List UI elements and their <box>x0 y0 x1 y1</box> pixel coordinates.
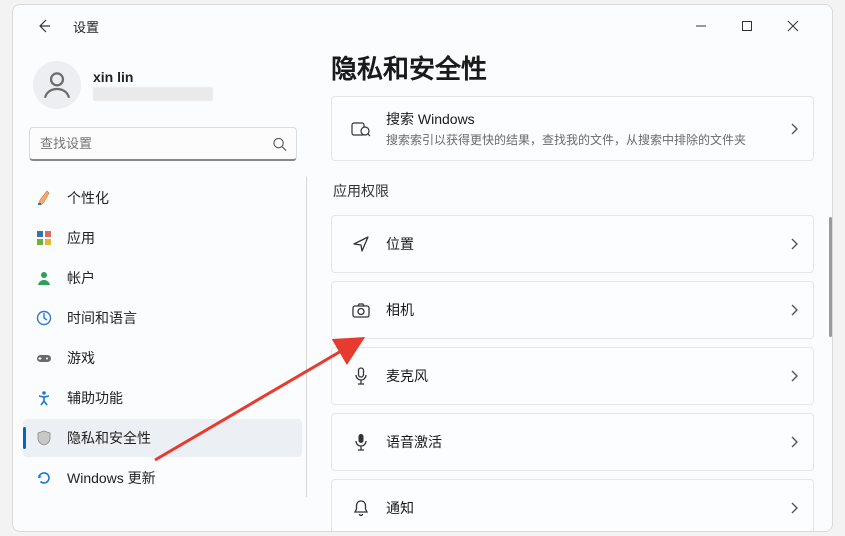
scrollbar[interactable] <box>829 217 832 337</box>
chevron-right-icon <box>789 237 799 251</box>
sidebar-item-accounts[interactable]: 帐户 <box>23 259 302 297</box>
sidebar-item-label: 应用 <box>67 228 95 248</box>
search-input[interactable] <box>29 127 297 161</box>
minimize-icon <box>695 20 707 32</box>
search-windows-icon <box>346 119 376 139</box>
gamepad-icon <box>35 349 53 367</box>
permission-notifications[interactable]: 通知 <box>331 479 814 531</box>
globe-clock-icon <box>35 309 53 327</box>
close-button[interactable] <box>770 10 816 42</box>
person-icon <box>35 269 53 287</box>
sidebar-item-label: 个性化 <box>67 188 109 208</box>
chevron-right-icon <box>789 122 799 136</box>
close-icon <box>787 20 799 32</box>
sidebar-item-privacy[interactable]: 隐私和安全性 <box>23 419 302 457</box>
sidebar-item-personalization[interactable]: 个性化 <box>23 179 302 217</box>
permission-label: 通知 <box>386 498 789 518</box>
user-email-blurred <box>93 87 213 101</box>
sidebar-item-time-language[interactable]: 时间和语言 <box>23 299 302 337</box>
shield-icon <box>35 429 53 447</box>
avatar <box>33 61 81 109</box>
sidebar-item-gaming[interactable]: 游戏 <box>23 339 302 377</box>
permission-voice-activation[interactable]: 语音激活 <box>331 413 814 471</box>
user-row[interactable]: xin lin <box>23 47 303 119</box>
permission-microphone[interactable]: 麦克风 <box>331 347 814 405</box>
maximize-button[interactable] <box>724 10 770 42</box>
chevron-right-icon <box>789 303 799 317</box>
sidebar-item-label: 帐户 <box>67 268 95 288</box>
voice-activation-icon <box>346 432 376 452</box>
permission-list: 位置 相机 麦克风 语音激活 <box>331 215 814 531</box>
user-name: xin lin <box>93 69 213 85</box>
sidebar-item-apps[interactable]: 应用 <box>23 219 302 257</box>
card-title: 搜索 Windows <box>386 109 789 129</box>
content-pane: 隐私和安全性 搜索 Windows 搜索索引以获得更快的结果，查找我的文件，从搜… <box>313 47 832 531</box>
sidebar: xin lin 个性化 应用 <box>13 47 313 531</box>
permission-label: 麦克风 <box>386 366 789 386</box>
window-title: 设置 <box>73 17 99 36</box>
sidebar-item-label: 游戏 <box>67 348 95 368</box>
permission-label: 相机 <box>386 300 789 320</box>
search-field[interactable] <box>29 127 297 161</box>
permission-location[interactable]: 位置 <box>331 215 814 273</box>
section-label: 应用权限 <box>333 181 814 201</box>
microphone-icon <box>346 366 376 386</box>
sidebar-item-label: 辅助功能 <box>67 388 123 408</box>
permission-label: 位置 <box>386 234 789 254</box>
settings-window: 设置 xin lin <box>12 4 833 532</box>
card-subtitle: 搜索索引以获得更快的结果，查找我的文件，从搜索中排除的文件夹 <box>386 131 789 148</box>
search-icon <box>272 137 287 152</box>
camera-icon <box>346 300 376 320</box>
nav: 个性化 应用 帐户 时间和语言 游戏 <box>23 177 307 497</box>
search-windows-card[interactable]: 搜索 Windows 搜索索引以获得更快的结果，查找我的文件，从搜索中排除的文件… <box>331 96 814 161</box>
location-icon <box>346 234 376 254</box>
bell-icon <box>346 498 376 518</box>
sidebar-item-accessibility[interactable]: 辅助功能 <box>23 379 302 417</box>
chevron-right-icon <box>789 435 799 449</box>
brush-icon <box>35 189 53 207</box>
sidebar-item-label: 时间和语言 <box>67 308 137 328</box>
permission-camera[interactable]: 相机 <box>331 281 814 339</box>
person-icon <box>40 68 74 102</box>
permission-label: 语音激活 <box>386 432 789 452</box>
update-icon <box>35 469 53 487</box>
sidebar-item-label: Windows 更新 <box>67 468 156 488</box>
chevron-right-icon <box>789 501 799 515</box>
maximize-icon <box>741 20 753 32</box>
arrow-left-icon <box>36 18 52 34</box>
minimize-button[interactable] <box>678 10 724 42</box>
back-button[interactable] <box>29 11 59 41</box>
apps-icon <box>35 229 53 247</box>
window-controls <box>678 10 816 42</box>
chevron-right-icon <box>789 369 799 383</box>
accessibility-icon <box>35 389 53 407</box>
sidebar-item-label: 隐私和安全性 <box>67 428 151 448</box>
page-title: 隐私和安全性 <box>331 49 814 86</box>
titlebar: 设置 <box>13 5 832 47</box>
sidebar-item-windows-update[interactable]: Windows 更新 <box>23 459 302 497</box>
